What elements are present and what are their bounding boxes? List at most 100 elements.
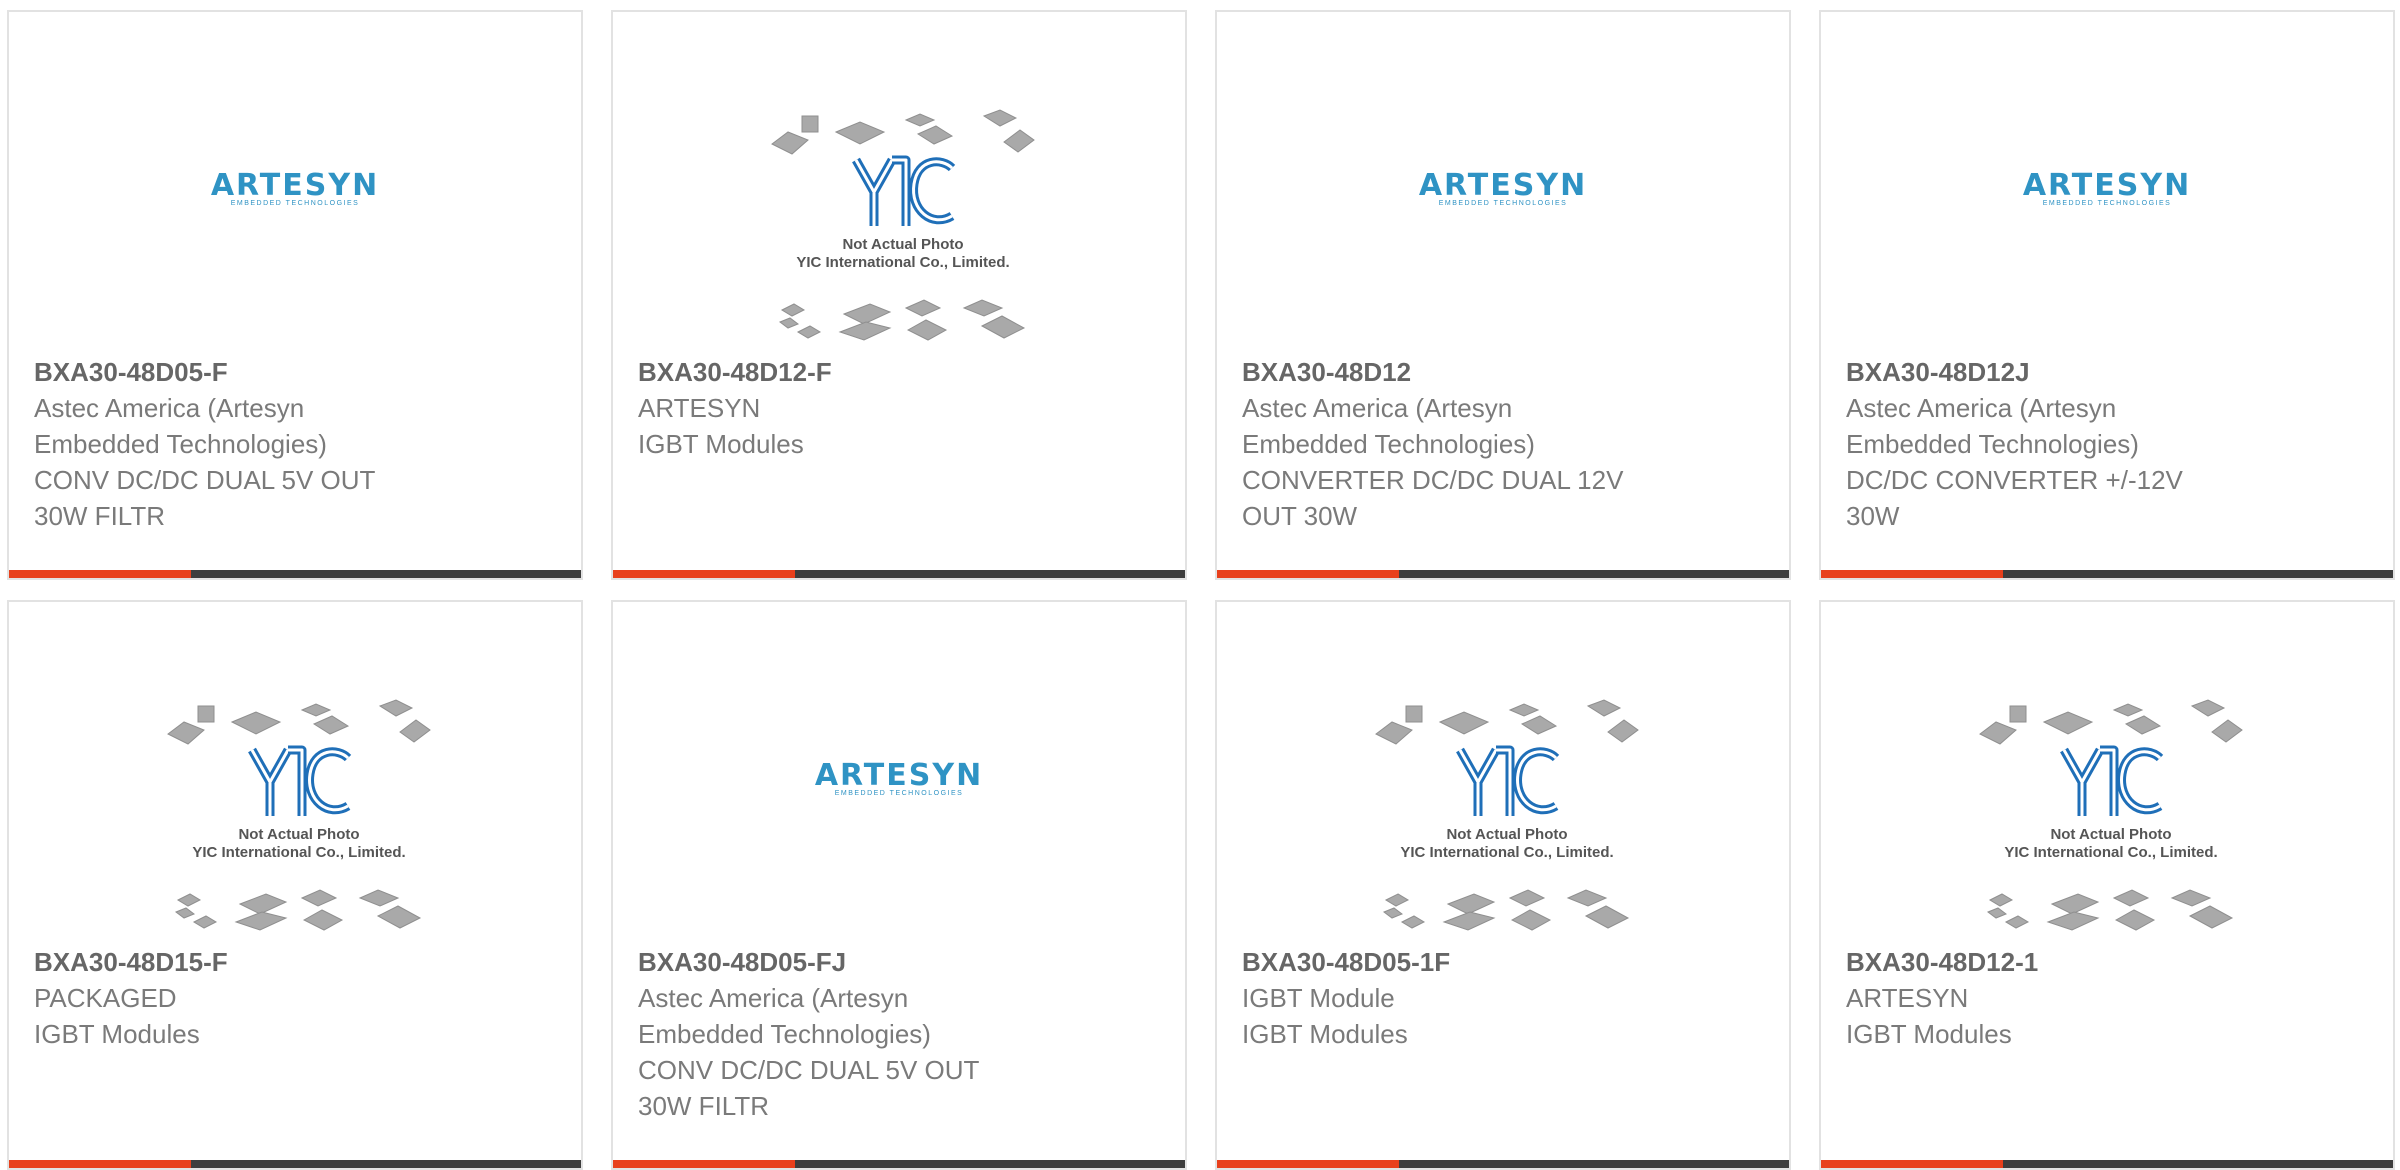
ic-package-shape — [167, 721, 205, 745]
ic-package-shape — [1986, 907, 2008, 919]
placeholder-image: Not Actual Photo YIC International Co., L… — [1976, 690, 2246, 940]
part-number[interactable]: BXA30-48D12 — [1242, 354, 1682, 390]
ic-package-shape — [1442, 911, 1496, 931]
placeholder-caption-line2: YIC International Co., Limited. — [192, 844, 406, 861]
yic-logo-stroke — [288, 745, 307, 816]
product-card-bxa30-48d15-f[interactable]: Not Actual Photo YIC International Co., L… — [7, 600, 583, 1170]
description: IGBT Modules — [1242, 1019, 1408, 1049]
artesyn-logo-text: ARTESYN — [210, 168, 380, 203]
ic-package-shape — [1400, 915, 1426, 929]
ic-package-shape — [312, 715, 350, 735]
placeholder-caption-line1: Not Actual Photo — [238, 826, 360, 843]
description-cont: 30W FILTR — [638, 1091, 769, 1121]
yic-logo-stroke — [892, 155, 911, 226]
card-bottom-bar — [613, 570, 1185, 578]
product-card-bxa30-48d12j[interactable]: ARTESYN EMBEDDED TECHNOLOGIES BXA30-48D12… — [1819, 10, 2395, 580]
product-info: BXA30-48D05-1F IGBT Module IGBT Modules — [1242, 944, 1682, 1052]
product-image[interactable]: Not Actual Photo YIC International Co., L… — [613, 12, 1185, 350]
product-image[interactable]: ARTESYN EMBEDDED TECHNOLOGIES — [9, 12, 581, 350]
product-info: BXA30-48D05-F Astec America (Artesyn Emb… — [34, 354, 474, 534]
placeholder-caption-line1: Not Actual Photo — [1446, 826, 1568, 843]
ic-package-shape — [358, 889, 400, 907]
placeholder-caption: Not Actual Photo YIC International Co., L… — [1976, 826, 2246, 862]
product-image[interactable]: Not Actual Photo YIC International Co., L… — [1217, 602, 1789, 940]
placeholder-caption: Not Actual Photo YIC International Co., L… — [164, 826, 434, 862]
ic-package-shape — [2188, 905, 2234, 929]
product-card-bxa30-48d12-f[interactable]: Not Actual Photo YIC International Co., L… — [611, 10, 1187, 580]
ic-package-shape — [1520, 715, 1558, 735]
part-number[interactable]: BXA30-48D12J — [1846, 354, 2286, 390]
product-info: BXA30-48D12-1 ARTESYN IGBT Modules — [1846, 944, 2286, 1052]
part-number[interactable]: BXA30-48D05-1F — [1242, 944, 1682, 980]
manufacturer: IGBT Module — [1242, 983, 1395, 1013]
ic-package-shape — [1607, 719, 1639, 743]
part-number[interactable]: BXA30-48D15-F — [34, 944, 474, 980]
product-info: BXA30-48D12-F ARTESYN IGBT Modules — [638, 354, 1078, 462]
ic-package-shape — [1405, 705, 1423, 723]
yic-logo-stroke-inner — [308, 750, 350, 812]
product-info: BXA30-48D12J Astec America (Artesyn Embe… — [1846, 354, 2286, 534]
ic-package-shape — [1586, 699, 1622, 717]
ic-package-shape — [399, 719, 431, 743]
placeholder-caption: Not Actual Photo YIC International Co., L… — [1372, 826, 1642, 862]
product-image[interactable]: Not Actual Photo YIC International Co., L… — [1821, 602, 2393, 940]
product-card-bxa30-48d05-fj[interactable]: ARTESYN EMBEDDED TECHNOLOGIES BXA30-48D05… — [611, 600, 1187, 1170]
ic-package-shape — [300, 703, 332, 717]
ic-package-shape — [962, 299, 1004, 317]
product-card-bxa30-48d12[interactable]: ARTESYN EMBEDDED TECHNOLOGIES BXA30-48D12… — [1215, 10, 1791, 580]
description: CONV DC/DC DUAL 5V OUT — [638, 1055, 980, 1085]
ic-package-shape — [1003, 129, 1035, 153]
part-number[interactable]: BXA30-48D05-FJ — [638, 944, 1078, 980]
yic-logo-stroke — [1456, 747, 1500, 787]
placeholder-image: Not Actual Photo YIC International Co., L… — [164, 690, 434, 940]
ic-package-shape — [2112, 889, 2150, 907]
ic-package-shape — [2170, 889, 2212, 907]
placeholder-caption: Not Actual Photo YIC International Co., L… — [768, 236, 1038, 272]
ic-package-shape — [1988, 893, 2014, 907]
description: IGBT Modules — [34, 1019, 200, 1049]
ic-package-shape — [176, 893, 202, 907]
ic-package-shape — [1375, 721, 1413, 745]
yic-logo-stroke-inner — [912, 160, 954, 222]
ic-package-shape — [982, 109, 1018, 127]
product-image[interactable]: ARTESYN EMBEDDED TECHNOLOGIES — [1217, 12, 1789, 350]
ic-package-shape — [376, 905, 422, 929]
yic-logo-stroke — [1496, 745, 1515, 816]
yic-logo-stroke — [248, 747, 292, 787]
ic-package-shape — [174, 907, 196, 919]
placeholder-caption-line1: Not Actual Photo — [2050, 826, 2172, 843]
part-number[interactable]: BXA30-48D05-F — [34, 354, 474, 390]
product-card-bxa30-48d12-1[interactable]: Not Actual Photo YIC International Co., L… — [1819, 600, 2395, 1170]
manufacturer: ARTESYN — [1846, 983, 1969, 1013]
ic-package-shape — [230, 711, 282, 735]
ic-package-shape — [838, 321, 892, 341]
ic-package-shape — [1979, 721, 2017, 745]
product-image[interactable]: ARTESYN EMBEDDED TECHNOLOGIES — [613, 602, 1185, 940]
part-number[interactable]: BXA30-48D12-1 — [1846, 944, 2286, 980]
ic-package-shape — [2112, 703, 2144, 717]
part-number[interactable]: BXA30-48D12-F — [638, 354, 1078, 390]
manufacturer: PACKAGED — [34, 983, 177, 1013]
placeholder-caption-line1: Not Actual Photo — [842, 236, 964, 253]
ic-package-shape — [771, 131, 809, 155]
card-bottom-accent — [9, 570, 191, 578]
description-cont: 30W FILTR — [34, 501, 165, 531]
product-image[interactable]: Not Actual Photo YIC International Co., L… — [9, 602, 581, 940]
description-cont: OUT 30W — [1242, 501, 1358, 531]
product-info: BXA30-48D05-FJ Astec America (Artesyn Em… — [638, 944, 1078, 1124]
product-image[interactable]: ARTESYN EMBEDDED TECHNOLOGIES — [1821, 12, 2393, 350]
product-card-bxa30-48d05-f[interactable]: ARTESYN EMBEDDED TECHNOLOGIES BXA30-48D05… — [7, 10, 583, 580]
artesyn-logo: ARTESYN EMBEDDED TECHNOLOGIES — [799, 761, 999, 798]
ic-package-shape — [302, 909, 344, 931]
description: IGBT Modules — [1846, 1019, 2012, 1049]
ic-package-shape — [801, 115, 819, 133]
manufacturer: Astec America (Artesyn — [34, 393, 305, 423]
ic-package-shape — [834, 121, 886, 145]
yic-logo-mark — [852, 155, 956, 226]
yic-logo-stroke — [2100, 745, 2119, 816]
product-card-bxa30-48d05-1f[interactable]: Not Actual Photo YIC International Co., L… — [1215, 600, 1791, 1170]
yic-logo-mark — [2060, 745, 2164, 816]
artesyn-logo: ARTESYN EMBEDDED TECHNOLOGIES — [195, 168, 395, 208]
description: IGBT Modules — [638, 429, 804, 459]
ic-package-shape — [906, 319, 948, 341]
